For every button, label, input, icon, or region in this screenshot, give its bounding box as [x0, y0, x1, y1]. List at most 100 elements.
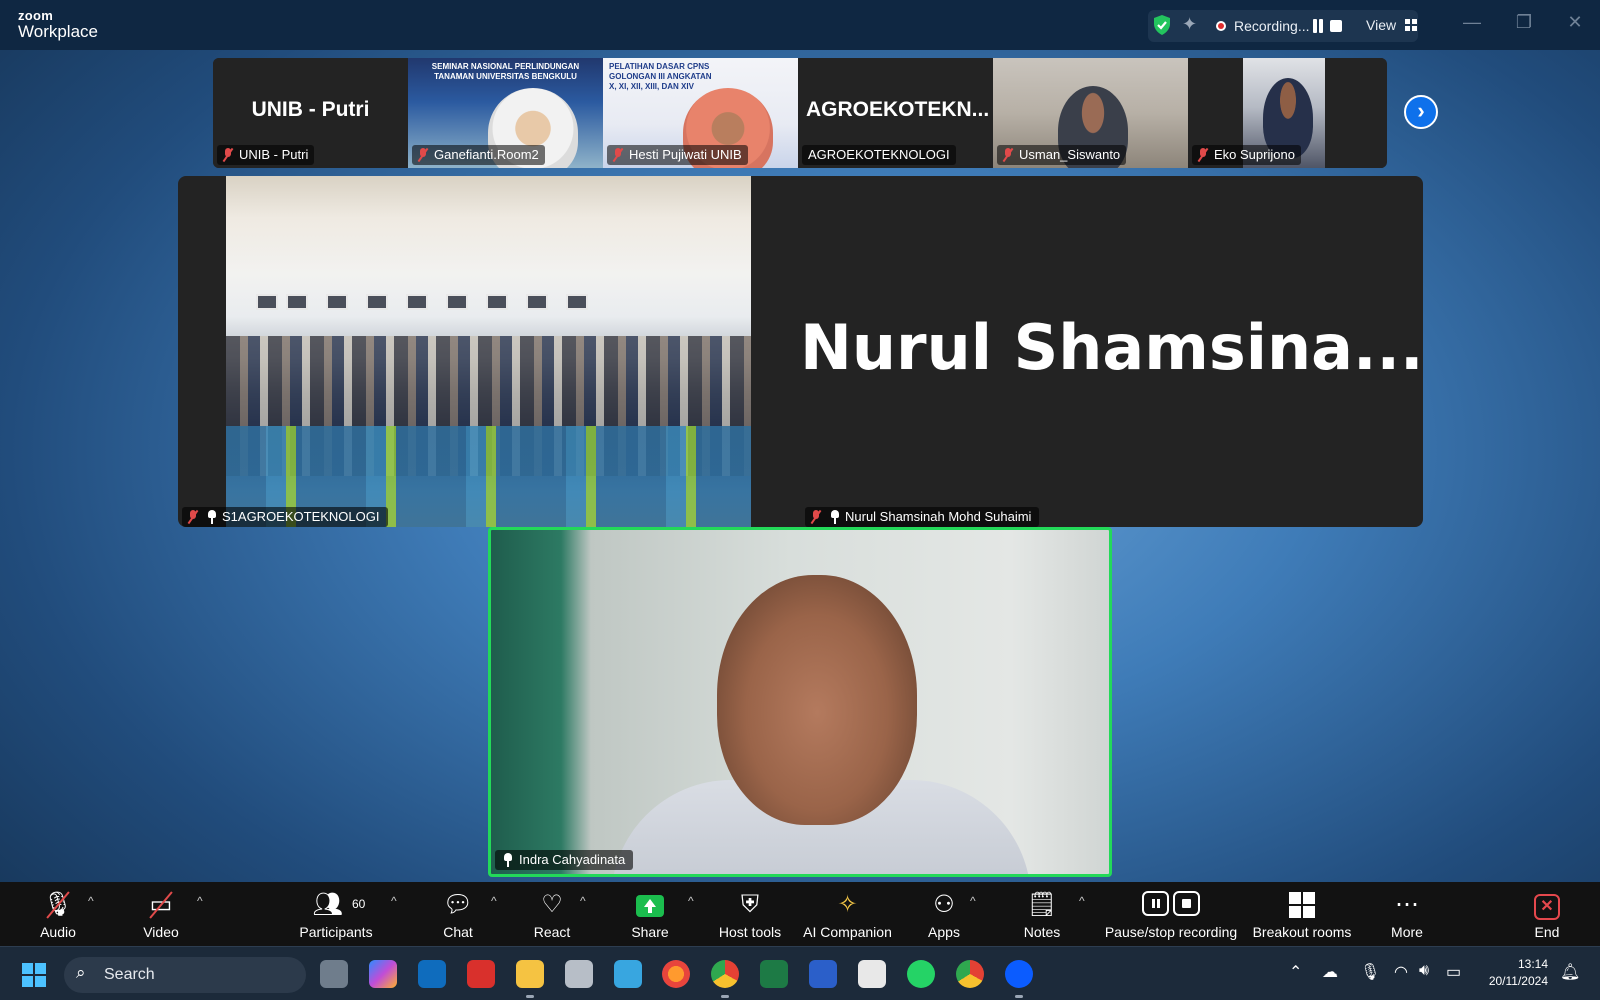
window-shape — [446, 294, 468, 310]
mic-muted-icon — [612, 148, 624, 162]
view-button[interactable]: View — [1366, 17, 1396, 33]
outlook-icon[interactable] — [418, 960, 446, 988]
participant-thumbnail[interactable]: UNIB - Putri UNIB - Putri — [213, 58, 408, 168]
participant-name: Indra Cahyadinata — [519, 852, 626, 867]
video-button[interactable]: ▭ Video — [131, 882, 191, 946]
video-options-caret-icon[interactable]: ^ — [197, 894, 203, 908]
firefox-icon[interactable] — [662, 960, 690, 988]
notification-bell-icon[interactable]: 🔔︎ — [1560, 962, 1580, 982]
participant-thumbnail[interactable]: PELATIHAN DASAR CPNS GOLONGAN III ANGKAT… — [603, 58, 798, 168]
microphone-tray-icon[interactable]: 🎙︎ — [1360, 962, 1380, 982]
word-icon[interactable] — [809, 960, 837, 988]
restore-icon[interactable]: ❐ — [1512, 12, 1536, 33]
pdf-reader-icon[interactable] — [467, 960, 495, 988]
apps-options-caret-icon[interactable]: ^ — [970, 894, 976, 908]
host-tools-button[interactable]: ⛨ Host tools — [710, 882, 790, 946]
mic-muted-icon — [1197, 148, 1209, 162]
participant-name: S1AGROEKOTEKNOLOGI — [222, 509, 380, 524]
copilot-icon[interactable] — [369, 960, 397, 988]
audio-options-caret-icon[interactable]: ^ — [88, 894, 94, 908]
video-tile-label: Nurul Shamsinah Mohd Suhaimi — [805, 507, 1040, 527]
minimize-icon[interactable]: — — [1460, 12, 1484, 33]
security-shield-icon[interactable] — [1152, 14, 1172, 36]
taskbar-search[interactable]: ⌕ Search — [64, 957, 306, 993]
participant-thumbnail[interactable]: Usman_Siswanto — [993, 58, 1188, 168]
window-shape — [256, 294, 278, 310]
whatsapp-icon[interactable] — [907, 960, 935, 988]
participants-options-caret-icon[interactable]: ^ — [391, 894, 397, 908]
chat-bubble-icon: 💬︎ — [442, 891, 474, 918]
active-speaker-tile[interactable]: Indra Cahyadinata — [488, 527, 1112, 877]
video-label: Video — [143, 924, 179, 940]
participant-label: Eko Suprijono — [1192, 145, 1301, 165]
classroom-video — [226, 176, 751, 527]
participants-count: 60 — [352, 897, 366, 911]
share-button[interactable]: Share — [620, 882, 680, 946]
excel-icon[interactable] — [760, 960, 788, 988]
react-button[interactable]: ♡ React — [522, 882, 582, 946]
participant-label: UNIB - Putri — [217, 145, 315, 165]
participants-button[interactable]: 👥︎ 60 Participants — [294, 882, 378, 946]
windows-taskbar: ⌕ Search ⌃ ☁ 🎙︎ ◠ 🔊︎ ▭ 13:14 20/11/2024 … — [0, 946, 1600, 1000]
running-indicator — [721, 995, 729, 998]
running-indicator — [526, 995, 534, 998]
ai-companion-label: AI Companion — [803, 924, 892, 940]
apps-button[interactable]: ⚇ Apps — [914, 882, 974, 946]
taskbar-clock[interactable]: 13:14 20/11/2024 — [1480, 956, 1548, 990]
participant-thumbnail[interactable]: SEMINAR NASIONAL PERLINDUNGAN TANAMAN UN… — [408, 58, 603, 168]
next-page-chevron-icon[interactable]: › — [1404, 95, 1438, 129]
chat-button[interactable]: 💬︎ Chat — [428, 882, 488, 946]
react-options-caret-icon[interactable]: ^ — [580, 894, 586, 908]
participant-name: Eko Suprijono — [1214, 147, 1295, 162]
chevron-up-icon[interactable]: ⌃ — [1289, 962, 1302, 982]
battery-icon[interactable]: ▭ — [1446, 962, 1461, 982]
breakout-rooms-button[interactable]: Breakout rooms — [1250, 882, 1354, 946]
close-icon[interactable]: ✕ — [1563, 12, 1587, 33]
participants-label: Participants — [299, 924, 373, 940]
notes-options-caret-icon[interactable]: ^ — [1079, 894, 1085, 908]
share-options-caret-icon[interactable]: ^ — [688, 894, 694, 908]
end-meeting-button[interactable]: ✕ End — [1516, 882, 1578, 946]
snipping-tool-icon[interactable] — [858, 960, 886, 988]
participant-thumbnail[interactable]: AGROEKOTEKN... AGROEKOTEKNOLOGI — [798, 58, 993, 168]
share-label: Share — [631, 924, 669, 940]
view-grid-icon[interactable] — [1405, 19, 1417, 31]
video-tile-label: S1AGROEKOTEKNOLOGI — [182, 507, 388, 527]
file-explorer-icon[interactable] — [516, 960, 544, 988]
recording-label: Recording... — [1234, 18, 1310, 34]
onedrive-cloud-icon[interactable]: ☁ — [1322, 962, 1338, 982]
breakout-label: Breakout rooms — [1252, 924, 1352, 940]
search-icon: ⌕ — [76, 963, 86, 982]
participant-name: UNIB - Putri — [239, 147, 309, 162]
participant-thumbnail[interactable]: Eko Suprijono — [1188, 58, 1383, 168]
participant-display-name: UNIB - Putri — [251, 98, 370, 121]
task-view-icon[interactable] — [320, 960, 348, 988]
pause-stop-recording-button[interactable]: Pause/stop recording — [1100, 882, 1242, 946]
more-button[interactable]: ⋯ More — [1377, 882, 1437, 946]
video-tile-label: Indra Cahyadinata — [495, 850, 634, 870]
apps-label: Apps — [928, 924, 960, 940]
audio-button[interactable]: 🎙︎ Audio — [28, 882, 88, 946]
chat-label: Chat — [443, 924, 473, 940]
zoom-taskbar-icon[interactable] — [1005, 960, 1033, 988]
ai-sparkle-icon: ✧ — [837, 891, 858, 918]
end-label: End — [1534, 924, 1560, 940]
mic-muted-icon — [810, 510, 822, 524]
notes-button[interactable]: 🗒︎ Notes — [1012, 882, 1072, 946]
chrome-profile-icon[interactable] — [956, 960, 984, 988]
video-banner-text: SEMINAR NASIONAL PERLINDUNGAN TANAMAN UN… — [431, 62, 580, 81]
wifi-icon[interactable]: ◠ — [1394, 962, 1408, 982]
pause-recording-icon[interactable] — [1312, 19, 1324, 33]
window-shape — [406, 294, 428, 310]
chat-options-caret-icon[interactable]: ^ — [491, 894, 497, 908]
notepad-icon[interactable] — [614, 960, 642, 988]
ai-companion-button[interactable]: ✧ AI Companion — [800, 882, 895, 946]
windows-start-icon[interactable] — [22, 963, 46, 987]
mic-muted-icon — [1002, 148, 1014, 162]
stop-recording-icon[interactable] — [1330, 20, 1342, 32]
notes-label: Notes — [1023, 924, 1061, 940]
chrome-icon[interactable] — [711, 960, 739, 988]
volume-icon[interactable]: 🔊︎ — [1419, 962, 1429, 980]
printer-app-icon[interactable] — [565, 960, 593, 988]
ai-sparkle-icon[interactable]: ✦ — [1182, 14, 1197, 35]
